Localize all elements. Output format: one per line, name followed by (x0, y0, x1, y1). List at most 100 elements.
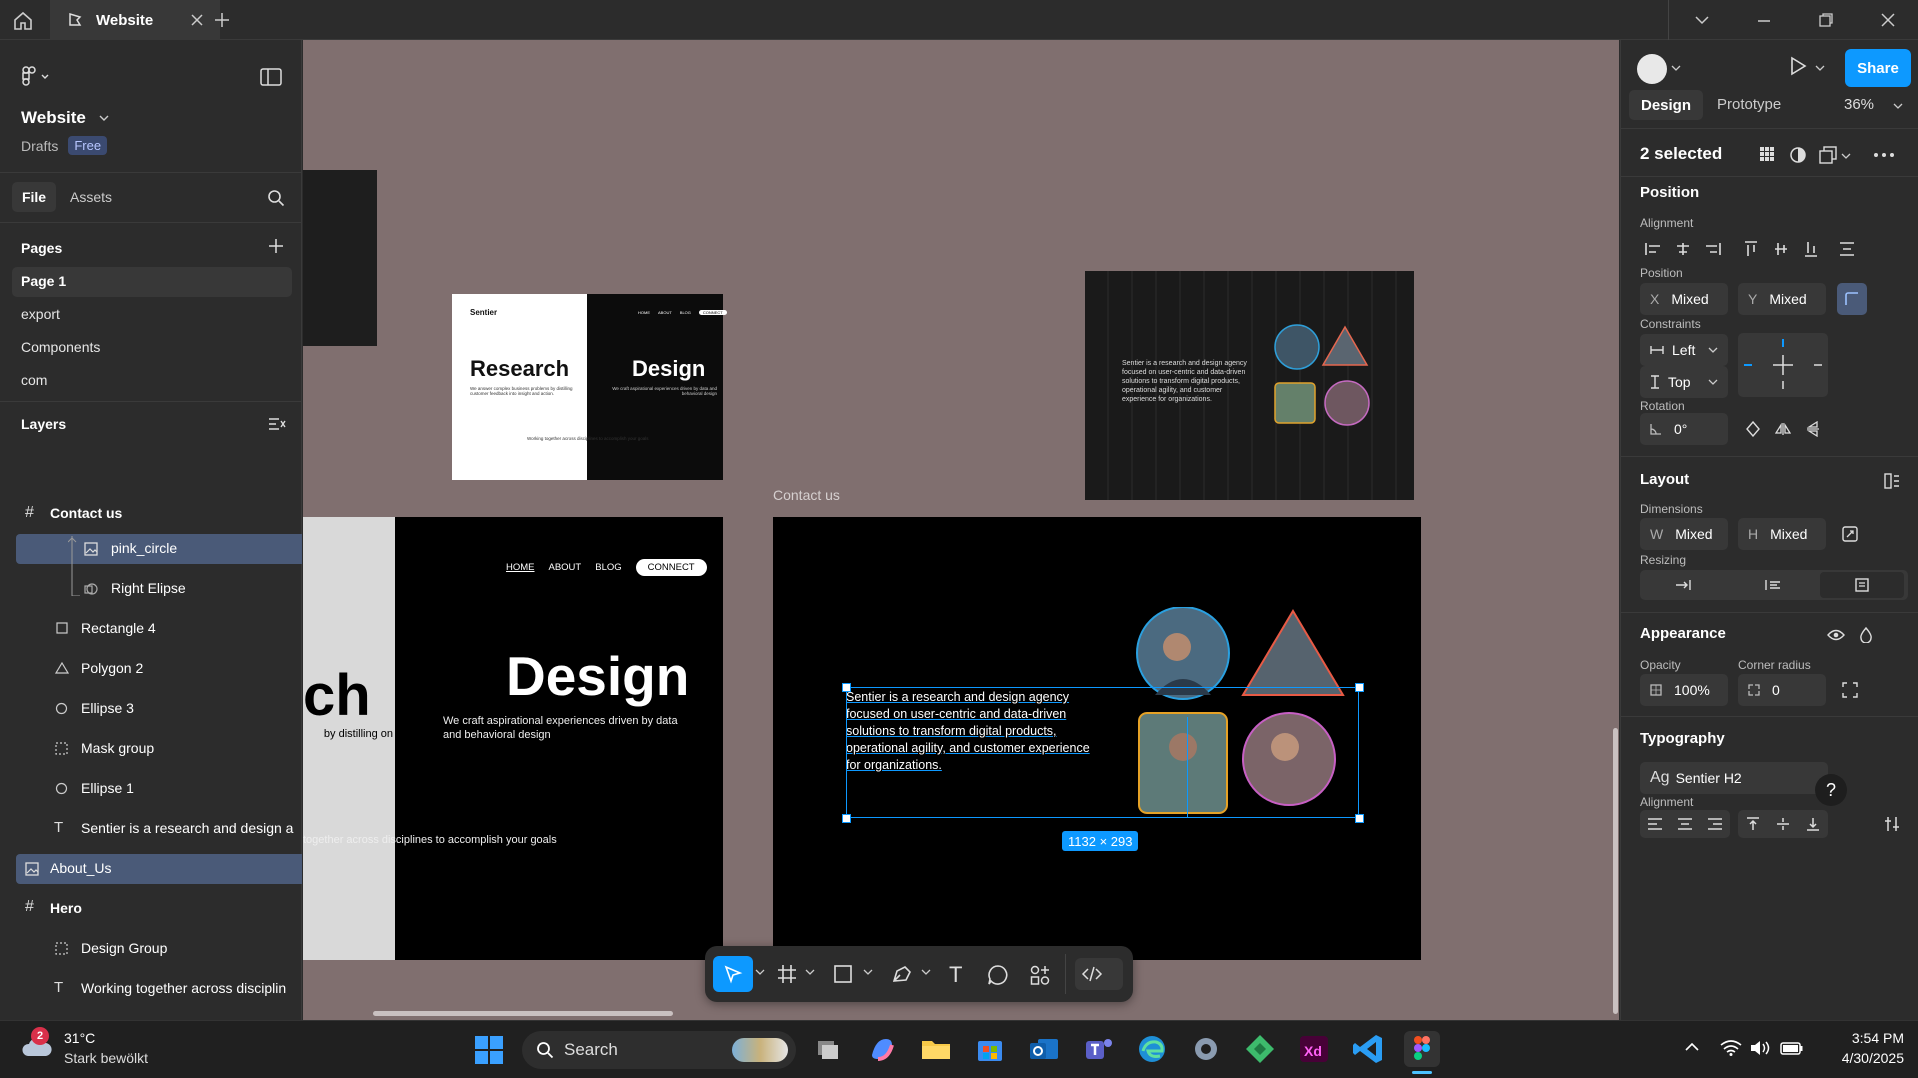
layer-polygon-2[interactable]: Polygon 2 (81, 660, 143, 676)
text-align-right-icon[interactable] (1702, 811, 1728, 837)
chevron-down-icon[interactable] (1671, 64, 1681, 72)
tab-assets[interactable]: Assets (70, 189, 112, 205)
auto-layout-icon[interactable] (1879, 468, 1905, 494)
restore-icon[interactable] (1818, 12, 1834, 28)
drafts-label[interactable]: Drafts (21, 138, 58, 154)
constraint-widget[interactable] (1738, 333, 1828, 397)
text-align-center-icon[interactable] (1672, 811, 1698, 837)
valign-bottom-icon[interactable] (1800, 811, 1826, 837)
frame-hero[interactable]: ch by distilling on HOME ABOUT BLOG CONN… (303, 517, 723, 960)
valign-middle-icon[interactable] (1770, 811, 1796, 837)
actions-icon[interactable] (1029, 964, 1051, 986)
comment-tool-icon[interactable] (987, 964, 1009, 986)
valign-top-icon[interactable] (1740, 811, 1766, 837)
page-item-components[interactable]: Components (21, 339, 100, 355)
fixed-width-icon[interactable] (1670, 572, 1696, 598)
move-tool-icon[interactable] (713, 956, 753, 992)
edge-icon[interactable] (1134, 1031, 1170, 1067)
chevron-down-icon[interactable] (755, 968, 765, 976)
page-item-export[interactable]: export (21, 306, 60, 322)
settings-icon[interactable] (1188, 1031, 1224, 1067)
clock-date[interactable]: 4/30/2025 (1822, 1050, 1904, 1066)
layer-ellipse-3[interactable]: Ellipse 3 (81, 700, 134, 716)
layer-about-us[interactable]: About_Us (50, 860, 111, 876)
page-item-com[interactable]: com (21, 372, 47, 388)
plan-badge[interactable]: Free (68, 136, 108, 155)
text-tool-icon[interactable]: T (949, 962, 962, 988)
chevron-down-icon[interactable] (921, 968, 931, 976)
text-align-left-icon[interactable] (1642, 811, 1668, 837)
layer-design-group[interactable]: Design Group (81, 940, 167, 956)
sidebar-toggle-icon[interactable] (260, 68, 282, 86)
taskbar-search[interactable]: Search (522, 1031, 796, 1069)
independent-corners-icon[interactable] (1837, 677, 1863, 703)
frame-about-thumb[interactable]: Sentier is a research and design agency … (1085, 271, 1414, 500)
task-view-icon[interactable] (810, 1031, 846, 1067)
nav-about[interactable]: ABOUT (549, 562, 582, 573)
y-field[interactable]: Y Mixed (1738, 283, 1826, 315)
chevron-down-icon[interactable] (1815, 64, 1825, 72)
frame-label-contact-us[interactable]: Contact us (773, 487, 840, 503)
vscode-icon[interactable] (1350, 1031, 1386, 1067)
windows-start-icon[interactable] (475, 1036, 503, 1064)
constraint-vertical-select[interactable]: Top (1640, 366, 1728, 398)
flip-vertical-icon[interactable] (1800, 416, 1826, 442)
frame-hero-thumb[interactable]: Sentier HOME ABOUT BLOG CONNECT Research D… (452, 294, 727, 480)
blend-mode-icon[interactable] (1853, 622, 1879, 648)
clock-time[interactable]: 3:54 PM (1832, 1030, 1904, 1046)
layer-pink-circle[interactable]: pink_circle (111, 540, 177, 556)
grid-icon[interactable] (1759, 146, 1775, 162)
minimize-icon[interactable] (1756, 14, 1772, 26)
resize-lock-icon[interactable] (1837, 521, 1863, 547)
chevron-down-icon[interactable] (1893, 102, 1903, 110)
weather-desc[interactable]: Stark bewölkt (64, 1050, 148, 1066)
frame-partial[interactable] (303, 170, 377, 346)
height-field[interactable]: H Mixed (1738, 518, 1826, 550)
fixed-height-icon[interactable] (1760, 572, 1786, 598)
zoom-level[interactable]: 36% (1844, 96, 1874, 113)
battery-icon[interactable] (1780, 1040, 1804, 1056)
chevron-down-icon[interactable] (805, 968, 815, 976)
nav-blog[interactable]: BLOG (595, 562, 621, 573)
chevron-down-icon[interactable] (1841, 152, 1851, 160)
eye-icon[interactable] (1823, 622, 1849, 648)
align-top-icon[interactable] (1738, 236, 1764, 262)
frame-tool-icon[interactable] (777, 964, 797, 984)
more-icon[interactable] (1873, 152, 1895, 158)
absolute-position-icon[interactable] (1837, 283, 1867, 315)
layer-contact-us[interactable]: Contact us (50, 505, 122, 521)
horizontal-scrollbar[interactable] (373, 1011, 673, 1016)
tab-prototype[interactable]: Prototype (1717, 96, 1781, 113)
align-left-icon[interactable] (1640, 236, 1666, 262)
teams-icon[interactable] (1080, 1031, 1116, 1067)
frame-contact-us[interactable]: Sentier is a research and design agency … (773, 517, 1421, 960)
selection-handle[interactable] (842, 683, 851, 692)
file-explorer-icon[interactable] (918, 1031, 954, 1067)
weather-temp[interactable]: 31°C (64, 1030, 95, 1046)
share-button[interactable]: Share (1845, 49, 1911, 87)
chevron-down-icon[interactable] (1694, 14, 1710, 26)
tab-website[interactable]: Website (50, 0, 220, 40)
distribute-icon[interactable] (1834, 236, 1860, 262)
align-middle-icon[interactable] (1768, 236, 1794, 262)
window-close-icon[interactable] (1880, 12, 1896, 28)
corner-radius-field[interactable]: 0 (1738, 674, 1826, 706)
tab-file[interactable]: File (12, 182, 56, 212)
outlook-icon[interactable] (1026, 1031, 1062, 1067)
avatar[interactable] (1637, 54, 1667, 84)
align-bottom-icon[interactable] (1798, 236, 1824, 262)
layer-right-elipse[interactable]: Right Elipse (111, 580, 186, 596)
nav-home[interactable]: HOME (506, 562, 535, 573)
width-field[interactable]: W Mixed (1640, 518, 1728, 550)
contrast-icon[interactable] (1789, 146, 1807, 164)
file-name[interactable]: Website (21, 108, 110, 128)
volume-icon[interactable] (1750, 1040, 1772, 1056)
layer-working-together[interactable]: Working together across disciplin (81, 980, 301, 996)
play-icon[interactable] (1789, 56, 1807, 76)
rectangle-tool-icon[interactable] (833, 964, 853, 984)
auto-height-icon[interactable] (1820, 572, 1904, 598)
pen-tool-icon[interactable] (891, 964, 913, 984)
help-icon[interactable]: ? (1815, 774, 1847, 806)
opacity-field[interactable]: 100% (1640, 674, 1728, 706)
x-field[interactable]: X Mixed (1640, 283, 1728, 315)
